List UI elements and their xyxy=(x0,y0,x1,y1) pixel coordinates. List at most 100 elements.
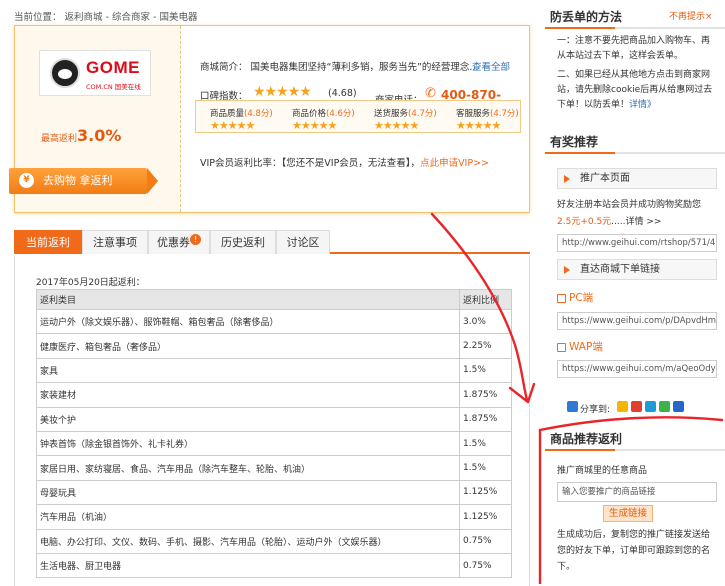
rate-cell: 0.75% xyxy=(459,528,512,554)
header-rate: 返利比例 xyxy=(459,289,512,310)
right-sidebar: 防丢单的方法 不再提示× 一：注意不要先把商品加入购物车、再从本站过去下单，这样… xyxy=(545,0,725,584)
go-shopping-button[interactable]: ¥ 去购物 拿返利 xyxy=(9,168,158,194)
intro-text: 国美电器集团坚持“薄利多销，服务当先”的经营理念... xyxy=(250,62,479,73)
direct-link-label: 直达商城下单链接 xyxy=(580,264,660,275)
logo-subtext: COM.CN 国美在线 xyxy=(86,83,141,91)
rate-cell: 1.875% xyxy=(459,382,512,408)
max-rebate-value: 3.0% xyxy=(77,126,122,145)
section-divider xyxy=(545,152,725,154)
rate-cell: 1.125% xyxy=(459,479,512,506)
table-row: 美妆个护 1.875% xyxy=(36,406,512,432)
category-cell: 电脑、办公打印、文仪、数码、手机、摄影、汽车用品（轮胎）、运动户外（文娱乐器） xyxy=(36,528,460,554)
tab-bar: 当前返利 注意事项 优惠券! 历史返利 讨论区 xyxy=(14,230,530,254)
dismiss-tip-link[interactable]: 不再提示× xyxy=(669,9,713,22)
table-header-row: 返利类目 返利比例 xyxy=(36,289,512,310)
tab-history-rebate[interactable]: 历史返利 xyxy=(210,230,276,254)
arrow-right-icon xyxy=(564,266,570,274)
rebate-table: 返利类目 返利比例 运动户外（除文娱乐器）、服饰鞋帽、箱包奢品（除奢侈品） 3.0… xyxy=(36,289,512,579)
share-plus-icon xyxy=(567,401,578,412)
apply-vip-link[interactable]: 点此申请VIP>> xyxy=(420,158,489,169)
product-rebate-title: 商品推荐返利 xyxy=(550,432,623,446)
table-row: 母婴玩具 1.125% xyxy=(36,479,512,506)
rating-quality-stars: ★★★★★ xyxy=(210,119,255,132)
category-cell: 健康医疗、箱包奢品（奢侈品） xyxy=(36,333,460,359)
tiger-logo-icon xyxy=(50,58,80,88)
rate-cell: 0.75% xyxy=(459,552,512,579)
header-category: 返利类目 xyxy=(36,289,460,310)
rating-price: 商品价格(4.6分) xyxy=(292,109,355,119)
arrow-right-icon xyxy=(564,175,570,183)
generate-link-button[interactable]: 生成链接 xyxy=(603,505,653,522)
table-row: 健康医疗、箱包奢品（奢侈品） 2.25% xyxy=(36,333,512,359)
table-row: 钟表首饰（除金银首饰外、礼卡礼券） 1.5% xyxy=(36,430,512,457)
pc-label: PC端 xyxy=(557,290,593,305)
rating-service: 客服服务(4.7分) xyxy=(456,109,519,119)
table-row: 生活电器、厨卫电器 0.75% xyxy=(36,552,512,579)
category-cell: 母婴玩具 xyxy=(36,479,460,506)
promo-reward: 2.5元+0.5元.....详情 >> xyxy=(557,214,661,227)
qzone-share-icon[interactable] xyxy=(617,401,628,412)
go-shopping-label: 去购物 拿返利 xyxy=(43,174,113,187)
vip-text: 【您还不是VIP会员，无法查看】， xyxy=(281,158,421,169)
direct-link-bar[interactable]: 直达商城下单链接 xyxy=(557,259,717,280)
table-row: 家具 1.5% xyxy=(36,357,512,384)
reputation-stars: ★★★★★ xyxy=(253,84,312,100)
promote-page-label: 推广本页面 xyxy=(580,173,630,184)
tab-coupons[interactable]: 优惠券! xyxy=(148,230,210,254)
rating-delivery: 送货服务(4.7分) xyxy=(374,109,437,119)
wap-url-field[interactable]: https://www.geihui.com/m/aQeoOdyV xyxy=(557,360,717,378)
tencent-weibo-share-icon[interactable] xyxy=(645,401,656,412)
phone-icon xyxy=(557,342,566,352)
weibo-share-icon[interactable] xyxy=(631,401,642,412)
wap-label: WAP端 xyxy=(557,339,603,354)
category-cell: 钟表首饰（除金银首饰外、礼卡礼券） xyxy=(36,430,460,457)
douban-share-icon[interactable] xyxy=(673,401,684,412)
monitor-icon xyxy=(557,293,566,303)
product-description: 推广商城里的任意商品 xyxy=(557,466,648,476)
yen-icon: ¥ xyxy=(19,173,34,188)
promo-url-field[interactable]: http://www.geihui.com/rtshop/571/413 xyxy=(557,234,717,252)
share-label: 分享到: xyxy=(580,405,611,415)
rate-cell: 3.0% xyxy=(459,308,512,335)
category-cell: 家居日用、家纺寝居、食品、汽车用品（除汽车整车、轮胎、机油） xyxy=(36,455,460,481)
category-cell: 生活电器、厨卫电器 xyxy=(36,552,460,579)
table-row: 运动户外（除文娱乐器）、服饰鞋帽、箱包奢品（除奢侈品） 3.0% xyxy=(36,308,512,335)
category-cell: 美妆个护 xyxy=(36,406,460,432)
promote-page-bar[interactable]: 推广本页面 xyxy=(557,168,717,189)
category-cell: 运动户外（除文娱乐器）、服饰鞋帽、箱包奢品（除奢侈品） xyxy=(36,308,460,335)
rate-cell: 1.5% xyxy=(459,357,512,384)
breadcrumb: 当前位置： 返利商城 - 综合商家 - 国美电器 xyxy=(14,12,198,23)
rating-delivery-stars: ★★★★★ xyxy=(374,119,419,132)
promo-description: 好友注册本站会员并成功购物奖励您 xyxy=(557,200,702,210)
table-row: 家装建材 1.875% xyxy=(36,382,512,408)
vip-label: VIP会员返利比率： xyxy=(200,158,282,169)
store-logo-panel: GOME COM.CN 国美在线 最高返利3.0% ¥ 去购物 拿返利 xyxy=(9,26,181,212)
rate-cell: 1.5% xyxy=(459,455,512,481)
store-logo[interactable]: GOME COM.CN 国美在线 xyxy=(39,50,151,96)
tab-current-rebate[interactable]: 当前返利 xyxy=(14,230,82,254)
renren-share-icon[interactable] xyxy=(659,401,670,412)
category-cell: 家具 xyxy=(36,357,460,384)
table-row: 汽车用品（机油） 1.125% xyxy=(36,504,512,530)
tab-discussion[interactable]: 讨论区 xyxy=(276,230,330,254)
rating-service-stars: ★★★★★ xyxy=(456,119,501,132)
tip-details-link[interactable]: 详情》 xyxy=(629,100,656,110)
see-all-link[interactable]: 查看全部 xyxy=(472,59,510,73)
rate-cell: 1.875% xyxy=(459,406,512,432)
reward-title: 有奖推荐 xyxy=(550,135,599,149)
max-rebate-label: 最高返利 xyxy=(41,134,78,144)
table-row: 电脑、办公打印、文仪、数码、手机、摄影、汽车用品（轮胎）、运动户外（文娱乐器） 0… xyxy=(36,528,512,554)
anti-lost-tip-2: 二、如果已经从其他地方点击到商家网站，请先删除cookie后再从给惠网过去下单！… xyxy=(557,68,717,113)
reputation-score: (4.68) xyxy=(328,88,357,99)
rate-cell: 2.25% xyxy=(459,333,512,359)
product-link-input[interactable]: 输入您要推广的商品链接 xyxy=(557,482,717,502)
pc-url-field[interactable]: https://www.geihui.com/p/DApvdHmn xyxy=(557,312,717,330)
max-rebate: 最高返利3.0% xyxy=(41,126,121,145)
promo-details-link[interactable]: .....详情 >> xyxy=(611,217,661,227)
rating-quality: 商品质量(4.8分) xyxy=(210,109,273,119)
section-divider xyxy=(545,449,725,451)
tab-notes[interactable]: 注意事项 xyxy=(82,230,148,254)
product-note: 生成成功后，复制您的推广链接发送给您的好友下单，订单即可跟踪到您的名下。 xyxy=(557,530,711,572)
category-cell: 家装建材 xyxy=(36,382,460,408)
tab-coupons-label: 优惠券 xyxy=(157,236,190,249)
